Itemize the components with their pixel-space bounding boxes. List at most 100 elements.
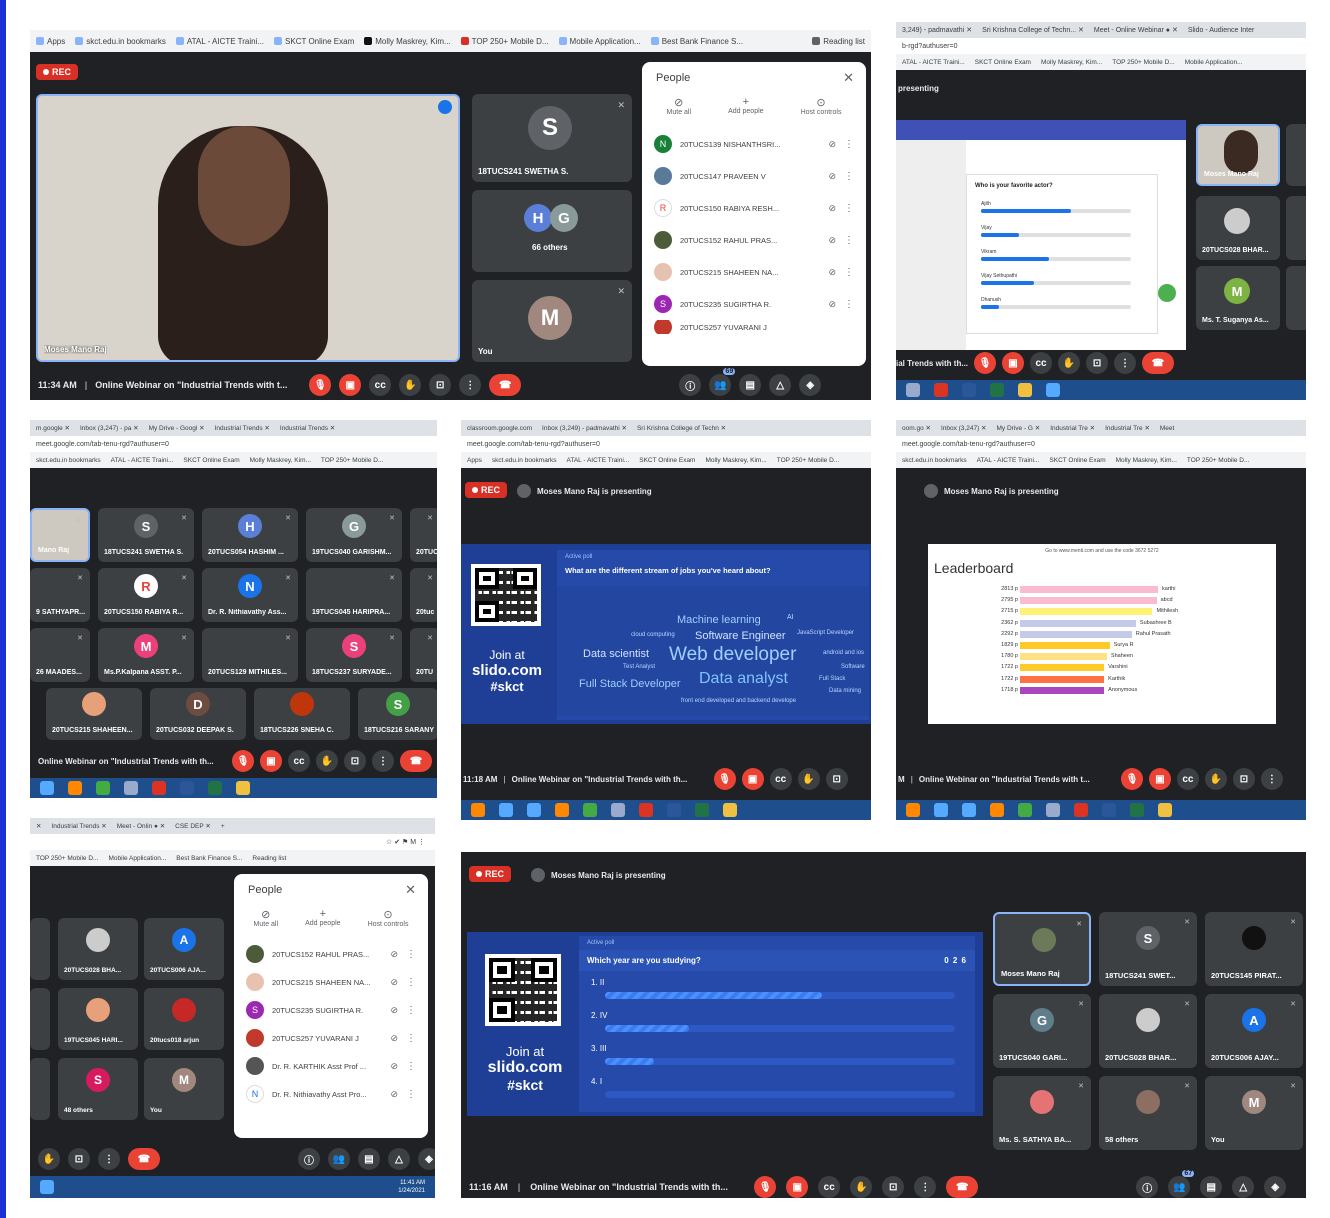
more-icon[interactable]: ⋮ <box>406 949 416 960</box>
end-call-button[interactable]: ☎ <box>946 1176 979 1198</box>
participant-tile[interactable]: Ms. S. SATHYA BA... ✕ <box>993 1076 1091 1150</box>
address-bar[interactable]: ☆ ✔ ⚑ M ⋮ <box>30 834 435 850</box>
more-icon[interactable]: ⋮ <box>844 171 854 182</box>
host-shield-icon[interactable]: ◈ <box>1264 1176 1287 1198</box>
end-call-button[interactable]: ☎ <box>1142 352 1175 374</box>
end-call-button[interactable]: ☎ <box>400 750 432 772</box>
address-bar[interactable]: b-rgd?authuser=0 <box>896 38 1306 54</box>
more-icon[interactable]: ⋮ <box>844 235 854 246</box>
captions-icon[interactable]: cc <box>288 750 310 772</box>
people-icon[interactable]: 👥 69 <box>709 368 736 396</box>
mic-off-icon[interactable]: 🎙 <box>713 768 736 790</box>
participant-tile[interactable]: M Ms.P.Kalpana ASST. P... ✕ <box>98 628 194 682</box>
participant-tile[interactable]: M You <box>144 1058 224 1120</box>
more-options-icon[interactable]: ⋮ <box>372 750 394 772</box>
host-controls-button[interactable]: ⊙ Host controls <box>368 908 409 928</box>
address-bar[interactable]: meet.google.com/tab-tenu-rgd?authuser=0 <box>461 436 871 452</box>
info-icon[interactable]: ⓘ <box>298 1148 320 1170</box>
participant-tile[interactable]: 20TUCS129 MITHILES... ✕ <box>202 628 298 682</box>
participant-tile[interactable]: Moses Mano Raj ✕ <box>993 912 1091 986</box>
more-options-icon[interactable]: ⋮ <box>1260 768 1283 790</box>
camera-off-icon[interactable]: ▣ <box>339 374 362 396</box>
raise-hand-icon[interactable]: ✋ <box>316 750 338 772</box>
captions-icon[interactable]: cc <box>369 374 392 396</box>
people-row[interactable]: Dr. R. KARTHIK Asst Prof ... ⊘ ⋮ <box>234 1052 428 1080</box>
info-icon[interactable]: ⓘ <box>1136 1176 1159 1198</box>
chat-icon[interactable]: ▤ <box>1200 1176 1223 1198</box>
mic-off-icon[interactable]: 🎙 <box>754 1176 777 1198</box>
activities-icon[interactable]: △ <box>1232 1176 1255 1198</box>
participant-tile[interactable]: S 18TUCS237 SURYADE... ✕ <box>306 628 402 682</box>
participant-tile-partial[interactable] <box>30 1058 50 1120</box>
captions-icon[interactable]: cc <box>1030 352 1053 374</box>
more-icon[interactable]: ⋮ <box>844 299 854 310</box>
present-icon[interactable]: ⊡ <box>1232 768 1255 790</box>
participant-tile[interactable]: G 19TUCS040 GARI... ✕ <box>993 994 1091 1068</box>
participant-tile-partial[interactable] <box>30 988 50 1050</box>
participant-tile[interactable]: 20TUCS028 BHA... <box>58 918 138 980</box>
participant-tile-swetha[interactable]: S 18TUCS241 SWETHA S. ✕ <box>472 94 632 182</box>
address-bar[interactable]: meet.google.com/tab-tenu-rgd?authuser=0 <box>30 436 437 452</box>
participant-tile[interactable]: 58 others ✕ <box>1099 1076 1197 1150</box>
participant-tile[interactable]: 20TUCS028 BHAR... <box>1196 196 1280 260</box>
participant-tile[interactable]: 20TUCS215 SHAHEEN... <box>46 688 142 740</box>
more-icon[interactable]: ⋮ <box>844 139 854 150</box>
host-controls-button[interactable]: ⊙ Host controls <box>801 96 842 116</box>
participant-tile[interactable]: S 18TUCS241 SWET... ✕ <box>1099 912 1197 986</box>
raise-hand-icon[interactable]: ✋ <box>1058 352 1081 374</box>
participant-tile[interactable]: M You ✕ <box>1205 1076 1303 1150</box>
info-icon[interactable]: ⓘ <box>679 374 702 396</box>
camera-off-icon[interactable]: ▣ <box>741 768 764 790</box>
people-row[interactable]: R 20TUCS150 RABIYA RESH... ⊘ ⋮ <box>642 192 866 224</box>
participant-tile[interactable]: Mano Raj ✕ <box>30 508 90 562</box>
add-people-button[interactable]: + Add people <box>305 908 340 928</box>
bookmark-bank[interactable]: Best Bank Finance S... <box>650 37 743 46</box>
more-icon[interactable]: ⋮ <box>844 203 854 214</box>
raise-hand-icon[interactable]: ✋ <box>1204 768 1227 790</box>
chat-icon[interactable]: ▤ <box>739 374 762 396</box>
people-row[interactable]: 20TUCS257 YUVARANI J <box>642 320 866 334</box>
camera-off-icon[interactable]: ▣ <box>1148 768 1171 790</box>
activities-icon[interactable]: △ <box>769 374 792 396</box>
raise-hand-icon[interactable]: ✋ <box>850 1176 873 1198</box>
participant-tile[interactable]: 20TUCS145 PIRAT... ✕ <box>1205 912 1303 986</box>
bookmark-skct[interactable]: skct.edu.in bookmarks <box>75 37 166 46</box>
people-row[interactable]: S 20TUCS235 SUGIRTHA R. ⊘ ⋮ <box>642 288 866 320</box>
self-tile[interactable]: Moses Mano Raj <box>1196 124 1280 186</box>
people-row[interactable]: 20TUCS152 RAHUL PRAS... ⊘ ⋮ <box>642 224 866 256</box>
people-icon[interactable]: 👥 <box>328 1148 350 1170</box>
bookmark-apps[interactable]: Apps <box>36 37 65 46</box>
bookmark-top250[interactable]: TOP 250+ Mobile D... <box>460 37 549 46</box>
participant-tile[interactable]: 20TUCS028 BHAR... ✕ <box>1099 994 1197 1068</box>
participant-tile[interactable]: 19TUCS045 HARIPRA... ✕ <box>306 568 402 622</box>
close-icon[interactable]: ✕ <box>843 70 854 86</box>
present-icon[interactable]: ⊡ <box>882 1176 905 1198</box>
people-row[interactable]: N Dr. R. Nithiavathy Asst Pro... ⊘ ⋮ <box>234 1080 428 1108</box>
add-icon[interactable] <box>1158 284 1176 302</box>
people-icon[interactable]: 👥 67 <box>1168 1170 1195 1198</box>
participant-tile[interactable]: 19TUCS045 HARI... <box>58 988 138 1050</box>
present-icon[interactable]: ⊡ <box>825 768 848 790</box>
participant-tile[interactable]: R 20TUCS150 RABIYA R... ✕ <box>98 568 194 622</box>
bookmark-molly[interactable]: Molly Maskrey, Kim... <box>364 37 451 46</box>
raise-hand-icon[interactable]: ✋ <box>797 768 820 790</box>
add-people-button[interactable]: + Add people <box>728 96 763 116</box>
present-icon[interactable]: ⊡ <box>68 1148 90 1170</box>
captions-icon[interactable]: cc <box>769 768 792 790</box>
others-tile[interactable]: H G 66 others <box>472 190 632 272</box>
camera-off-icon[interactable]: ▣ <box>260 750 282 772</box>
people-row[interactable]: S 20TUCS235 SUGIRTHA R. ⊘ ⋮ <box>234 996 428 1024</box>
mute-all-button[interactable]: ⊘ Mute all <box>254 908 279 928</box>
raise-hand-icon[interactable]: ✋ <box>38 1148 60 1170</box>
participant-tile[interactable]: N Dr. R. Nithiavathy Ass... ✕ <box>202 568 298 622</box>
bookmark-mobile[interactable]: Mobile Application... <box>558 37 641 46</box>
bookmark-atal[interactable]: ATAL - AICTE Traini... <box>175 37 264 46</box>
reading-list[interactable]: Reading list <box>812 37 871 46</box>
participant-tile[interactable]: 20tucs018 arjun <box>144 988 224 1050</box>
participant-tile[interactable]: 18TUCS226 SNEHA C. <box>254 688 350 740</box>
people-row[interactable]: 20TUCS215 SHAHEEN NA... ⊘ ⋮ <box>642 256 866 288</box>
more-options-icon[interactable]: ⋮ <box>1114 352 1137 374</box>
mic-off-icon[interactable]: 🎙 <box>974 352 997 374</box>
participant-tile-partial[interactable] <box>30 918 50 980</box>
chat-icon[interactable]: ▤ <box>358 1148 380 1170</box>
